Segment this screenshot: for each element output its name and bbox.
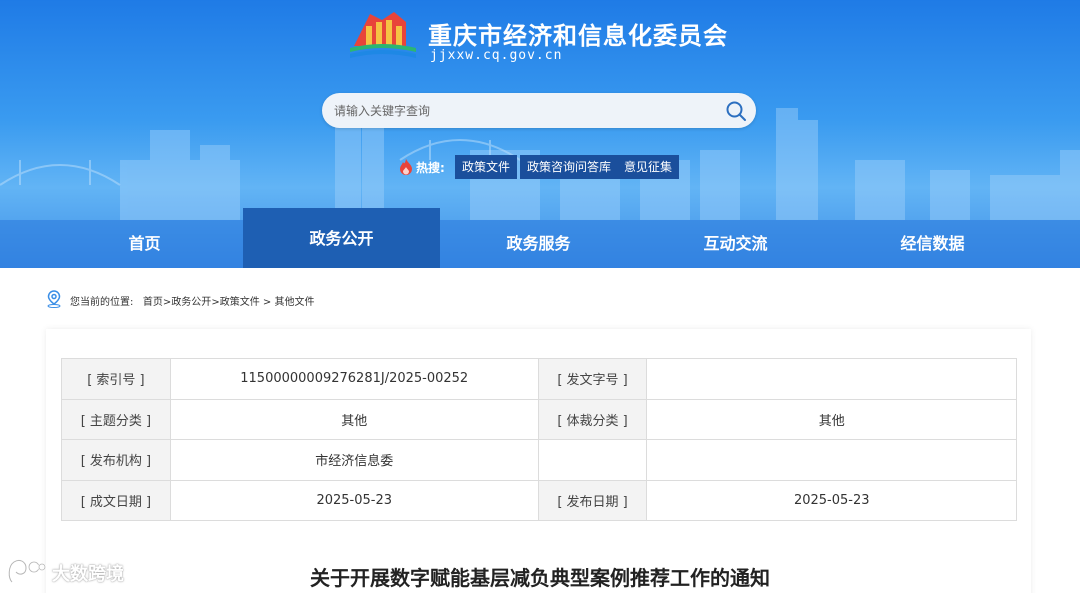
table-row: [ 索引号 ] 11500000009276281J/2025-00252 [ … <box>61 358 1017 400</box>
fire-icon <box>400 159 412 175</box>
topic-category-value: 其他 <box>169 398 539 440</box>
breadcrumb-government-affairs[interactable]: 政务公开 <box>171 297 211 308</box>
index-number-label: [ 索引号 ] <box>61 358 171 400</box>
main-nav: 首页 政务公开 政务服务 互动交流 经信数据 <box>0 208 1080 268</box>
issuing-agency-label: [ 发布机构 ] <box>61 439 171 481</box>
topic-category-label: [ 主题分类 ] <box>61 398 171 440</box>
publish-date-label: [ 发布日期 ] <box>537 479 648 521</box>
document-meta-table: [ 索引号 ] 11500000009276281J/2025-00252 [ … <box>61 358 1017 521</box>
site-title: 重庆市经济和信息化委员会 <box>428 22 728 50</box>
location-pin-icon <box>47 290 61 308</box>
document-number-value <box>646 358 1017 400</box>
site-logo-icon <box>350 12 416 58</box>
breadcrumb-separator: > <box>259 297 275 308</box>
hot-search-label: 热搜: <box>416 161 445 175</box>
document-title: 关于开展数字赋能基层减负典型案例推荐工作的通知 <box>310 566 770 590</box>
hot-tag-opinion-collection[interactable]: 意见征集 <box>617 155 680 179</box>
written-date-value: 2025-05-23 <box>169 479 539 521</box>
hot-tag-policy-qa[interactable]: 政策咨询问答库 <box>520 155 619 179</box>
site-header: 重庆市经济和信息化委员会 jjxxw.cq.gov.cn 热搜: 政策文件 政策… <box>0 0 1080 268</box>
written-date-label: [ 成文日期 ] <box>61 479 171 521</box>
empty-cell <box>646 439 1017 481</box>
search-box <box>322 93 756 128</box>
nav-item-home[interactable]: 首页 <box>46 220 243 268</box>
breadcrumb-text: 您当前的位置: 首页>政务公开>政策文件 > 其他文件 <box>70 293 314 308</box>
hot-tag-policy-files[interactable]: 政策文件 <box>455 155 518 179</box>
nav-item-government-affairs[interactable]: 政务公开 <box>243 208 440 268</box>
issuing-agency-value: 市经济信息委 <box>169 439 539 481</box>
nav-item-government-services[interactable]: 政务服务 <box>440 220 637 268</box>
genre-category-value: 其他 <box>646 398 1017 440</box>
table-row: [ 主题分类 ] 其他 [ 体裁分类 ] 其他 <box>61 398 1017 440</box>
watermark-text: 大数跨境 <box>52 564 124 585</box>
site-brand[interactable]: 重庆市经济和信息化委员会 jjxxw.cq.gov.cn <box>348 6 748 66</box>
empty-cell <box>537 439 648 481</box>
genre-category-label: [ 体裁分类 ] <box>537 398 648 440</box>
breadcrumb-prefix: 您当前的位置: <box>70 297 134 308</box>
index-number-value: 11500000009276281J/2025-00252 <box>169 358 539 400</box>
search-icon[interactable] <box>724 99 748 123</box>
table-row: [ 成文日期 ] 2025-05-23 [ 发布日期 ] 2025-05-23 <box>61 479 1017 521</box>
watermark: 大数跨境 <box>6 556 146 588</box>
breadcrumb-home[interactable]: 首页 <box>143 297 163 308</box>
breadcrumb-policy-files[interactable]: 政策文件 <box>220 297 260 308</box>
breadcrumb-other-files[interactable]: 其他文件 <box>274 297 314 308</box>
search-input[interactable] <box>334 93 714 128</box>
watermark-logo-icon <box>7 558 46 584</box>
nav-item-interaction[interactable]: 互动交流 <box>637 220 834 268</box>
document-number-label: [ 发文字号 ] <box>537 358 648 400</box>
nav-item-economic-data[interactable]: 经信数据 <box>834 220 1031 268</box>
breadcrumb-separator: > <box>211 297 220 308</box>
table-row: [ 发布机构 ] 市经济信息委 <box>61 439 1017 481</box>
publish-date-value: 2025-05-23 <box>646 479 1017 521</box>
site-domain: jjxxw.cq.gov.cn <box>430 48 563 63</box>
